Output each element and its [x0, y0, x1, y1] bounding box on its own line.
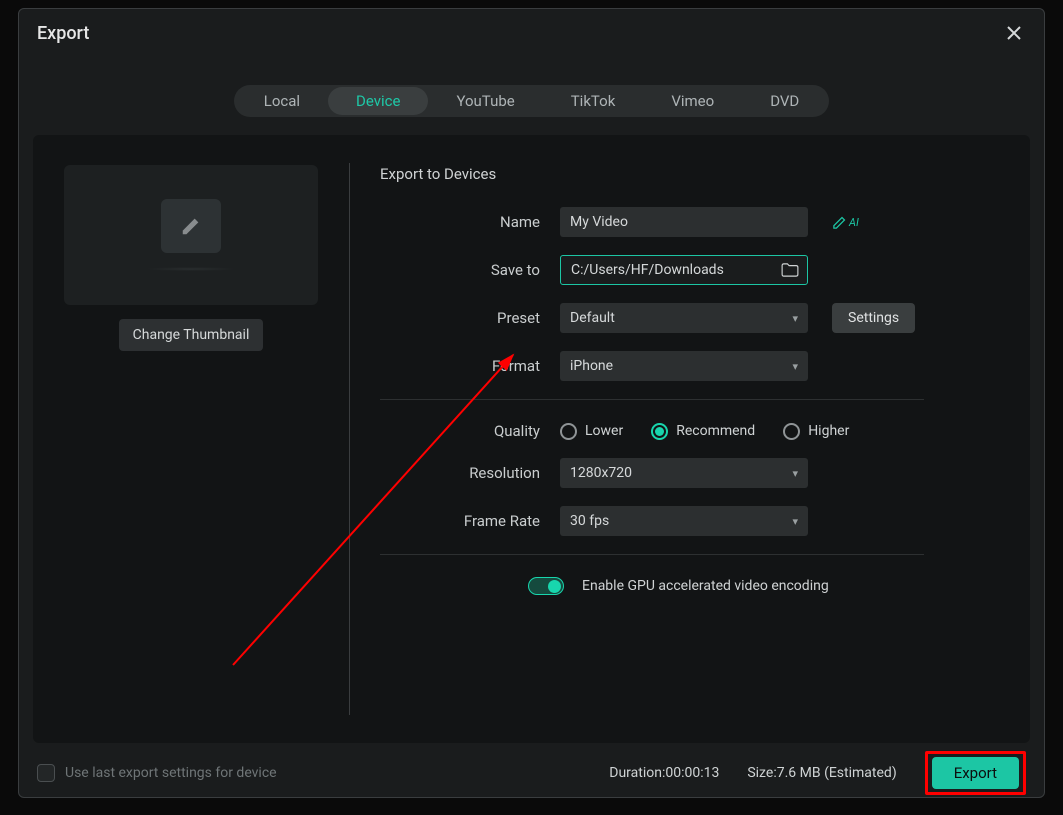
chevron-down-icon: ▾ [792, 467, 798, 480]
main-panel: Change Thumbnail Export to Devices Name … [33, 135, 1030, 743]
change-thumbnail-button[interactable]: Change Thumbnail [119, 319, 264, 351]
bottom-bar: Use last export settings for device Dura… [19, 749, 1044, 797]
chevron-down-icon: ▾ [792, 360, 798, 373]
folder-icon[interactable] [781, 263, 799, 277]
tab-tiktok[interactable]: TikTok [543, 87, 644, 115]
edit-thumbnail-icon [161, 199, 221, 253]
label-format: Format [380, 357, 560, 375]
size-display: Size:7.6 MB (Estimated) [747, 765, 896, 781]
radio-icon [783, 423, 800, 440]
export-dialog: Export Local Device YouTube TikTok Vimeo… [18, 8, 1045, 798]
dialog-title: Export [37, 23, 89, 44]
thumbnail-preview[interactable] [64, 165, 318, 305]
row-resolution: Resolution 1280x720 ▾ [380, 458, 1018, 488]
use-last-settings-checkbox[interactable] [37, 764, 55, 782]
divider-line [380, 554, 924, 555]
row-format: Format iPhone ▾ [380, 351, 1018, 381]
save-to-field[interactable] [560, 255, 808, 285]
use-last-settings-label: Use last export settings for device [65, 765, 277, 781]
label-preset: Preset [380, 309, 560, 327]
name-input[interactable] [560, 207, 808, 237]
label-resolution: Resolution [380, 464, 560, 482]
preset-select[interactable]: Default ▾ [560, 303, 808, 333]
chevron-down-icon: ▾ [792, 515, 798, 528]
divider-line [380, 399, 924, 400]
tab-youtube[interactable]: YouTube [428, 87, 542, 115]
format-select[interactable]: iPhone ▾ [560, 351, 808, 381]
save-to-input[interactable] [571, 262, 781, 278]
row-save-to: Save to [380, 255, 1018, 285]
thumbnail-shadow [146, 267, 236, 271]
toggle-knob [548, 580, 561, 593]
export-tabs: Local Device YouTube TikTok Vimeo DVD [234, 85, 830, 117]
row-quality: Quality Lower Recommend Higher [380, 422, 1018, 440]
tab-local[interactable]: Local [236, 87, 328, 115]
tabs-row: Local Device YouTube TikTok Vimeo DVD [19, 85, 1044, 117]
tab-dvd[interactable]: DVD [742, 87, 827, 115]
quality-recommend[interactable]: Recommend [651, 423, 755, 440]
resolution-select[interactable]: 1280x720 ▾ [560, 458, 808, 488]
label-frame-rate: Frame Rate [380, 512, 560, 530]
gpu-toggle[interactable] [528, 577, 564, 595]
radio-icon [651, 423, 668, 440]
close-icon[interactable] [1002, 21, 1026, 45]
label-save-to: Save to [380, 261, 560, 279]
quality-lower[interactable]: Lower [560, 423, 623, 440]
form-column: Export to Devices Name AI Save to Preset [350, 135, 1030, 743]
row-name: Name AI [380, 207, 1018, 237]
preset-settings-button[interactable]: Settings [832, 303, 915, 333]
row-preset: Preset Default ▾ Settings [380, 303, 1018, 333]
tab-vimeo[interactable]: Vimeo [643, 87, 742, 115]
duration-display: Duration:00:00:13 [609, 765, 719, 781]
titlebar: Export [19, 9, 1044, 53]
tab-device[interactable]: Device [328, 87, 428, 115]
ai-rename-icon[interactable]: AI [832, 215, 859, 230]
thumbnail-column: Change Thumbnail [33, 135, 349, 743]
section-title: Export to Devices [380, 165, 1018, 183]
row-frame-rate: Frame Rate 30 fps ▾ [380, 506, 1018, 536]
label-quality: Quality [380, 422, 560, 440]
chevron-down-icon: ▾ [792, 312, 798, 325]
export-button[interactable]: Export [932, 757, 1019, 789]
row-gpu: Enable GPU accelerated video encoding [528, 577, 1018, 595]
quality-higher[interactable]: Higher [783, 423, 849, 440]
label-name: Name [380, 213, 560, 231]
export-button-highlight: Export [925, 751, 1026, 795]
gpu-toggle-label: Enable GPU accelerated video encoding [582, 578, 829, 594]
frame-rate-select[interactable]: 30 fps ▾ [560, 506, 808, 536]
quality-radio-group: Lower Recommend Higher [560, 423, 849, 440]
radio-icon [560, 423, 577, 440]
